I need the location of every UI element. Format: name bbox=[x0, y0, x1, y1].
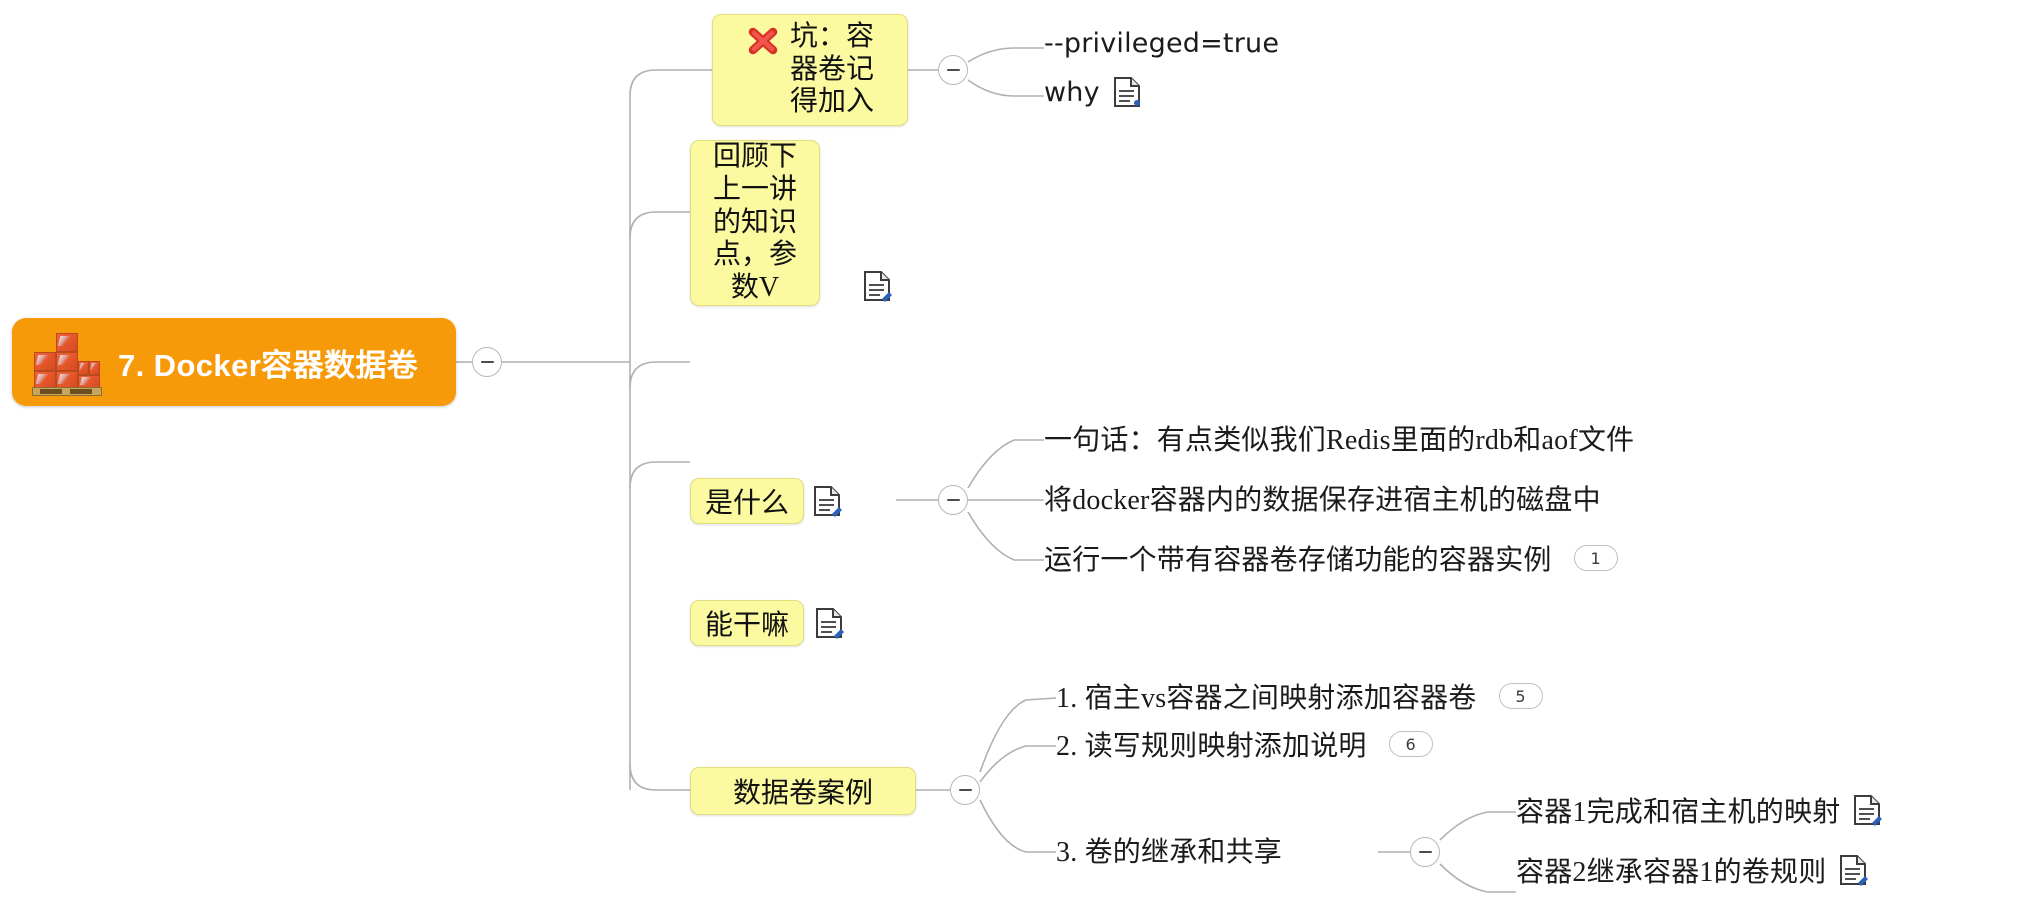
note-icon[interactable] bbox=[814, 607, 844, 639]
root-node[interactable]: 7. Docker容器数据卷 bbox=[12, 318, 456, 406]
note-icon[interactable] bbox=[812, 485, 842, 517]
note-icon[interactable] bbox=[1852, 794, 1883, 826]
node-what-is-it-note[interactable] bbox=[812, 485, 842, 517]
node-what-can-it-do-label: 能干嘛 bbox=[704, 610, 789, 641]
minus-icon bbox=[1418, 851, 1432, 853]
node-why[interactable]: why bbox=[1044, 76, 1142, 108]
connector-lines bbox=[456, 47, 1516, 893]
node-what-is-it-label: 是什么 bbox=[704, 488, 789, 519]
stacked-crates-icon bbox=[30, 329, 104, 396]
node-pitfall[interactable]: 坑：容 器卷记 得加入 bbox=[712, 14, 908, 126]
node-pitfall-label: 坑：容 器卷记 得加入 bbox=[789, 20, 874, 118]
note-icon[interactable] bbox=[1838, 854, 1869, 886]
minus-icon bbox=[958, 789, 972, 791]
status-badge[interactable]: 6 bbox=[1388, 731, 1433, 757]
note-icon[interactable] bbox=[862, 270, 892, 302]
root-label: 7. Docker容器数据卷 bbox=[118, 347, 419, 383]
node-privileged-true[interactable]: --privileged=true bbox=[1044, 28, 1279, 59]
node-volume-case-1[interactable]: 1. 宿主vs容器之间映射添加容器卷 5 bbox=[1056, 676, 1543, 716]
node-review-note[interactable] bbox=[862, 270, 892, 302]
node-what-is-it[interactable]: 是什么 bbox=[690, 478, 804, 524]
minus-icon bbox=[946, 69, 960, 71]
minus-icon bbox=[946, 499, 960, 501]
toggle-volume-case-3[interactable] bbox=[1410, 837, 1440, 867]
node-what-is-it-child-2[interactable]: 将docker容器内的数据保存进宿主机的磁盘中 bbox=[1044, 478, 1601, 518]
status-badge[interactable]: 5 bbox=[1498, 683, 1543, 709]
node-container1-mapping[interactable]: 容器1完成和宿主机的映射 bbox=[1516, 790, 1883, 830]
node-what-is-it-child-1[interactable]: 一句话：有点类似我们Redis里面的rdb和aof文件 bbox=[1044, 418, 1634, 458]
node-volume-cases-label: 数据卷案例 bbox=[732, 778, 873, 809]
toggle-what-is-it[interactable] bbox=[938, 485, 968, 515]
toggle-pitfall[interactable] bbox=[938, 55, 968, 85]
node-what-is-it-child-3[interactable]: 运行一个带有容器卷存储功能的容器实例 1 bbox=[1044, 538, 1618, 578]
minus-icon bbox=[480, 361, 494, 363]
node-review[interactable]: 回顾下 上一讲 的知识 点，参 数V bbox=[690, 140, 820, 306]
node-volume-cases[interactable]: 数据卷案例 bbox=[690, 767, 916, 815]
status-badge[interactable]: 1 bbox=[1573, 545, 1618, 571]
mindmap-canvas: 7. Docker容器数据卷 坑：容 器卷记 得加入 --privileged=… bbox=[0, 0, 2022, 910]
node-container2-inherit[interactable]: 容器2继承容器1的卷规则 bbox=[1516, 850, 1869, 890]
node-privileged-true-label: --privileged=true bbox=[1044, 28, 1280, 59]
node-volume-case-2[interactable]: 2. 读写规则映射添加说明 6 bbox=[1056, 724, 1433, 764]
note-icon[interactable] bbox=[1112, 76, 1142, 108]
node-why-label: why bbox=[1044, 76, 1100, 108]
node-what-can-it-do[interactable]: 能干嘛 bbox=[690, 600, 804, 646]
node-what-can-it-do-note[interactable] bbox=[814, 607, 844, 639]
node-volume-case-3[interactable]: 3. 卷的继承和共享 bbox=[1056, 830, 1282, 870]
cross-mark-icon bbox=[746, 24, 780, 58]
toggle-volume-cases[interactable] bbox=[950, 775, 980, 805]
toggle-root[interactable] bbox=[472, 347, 502, 377]
